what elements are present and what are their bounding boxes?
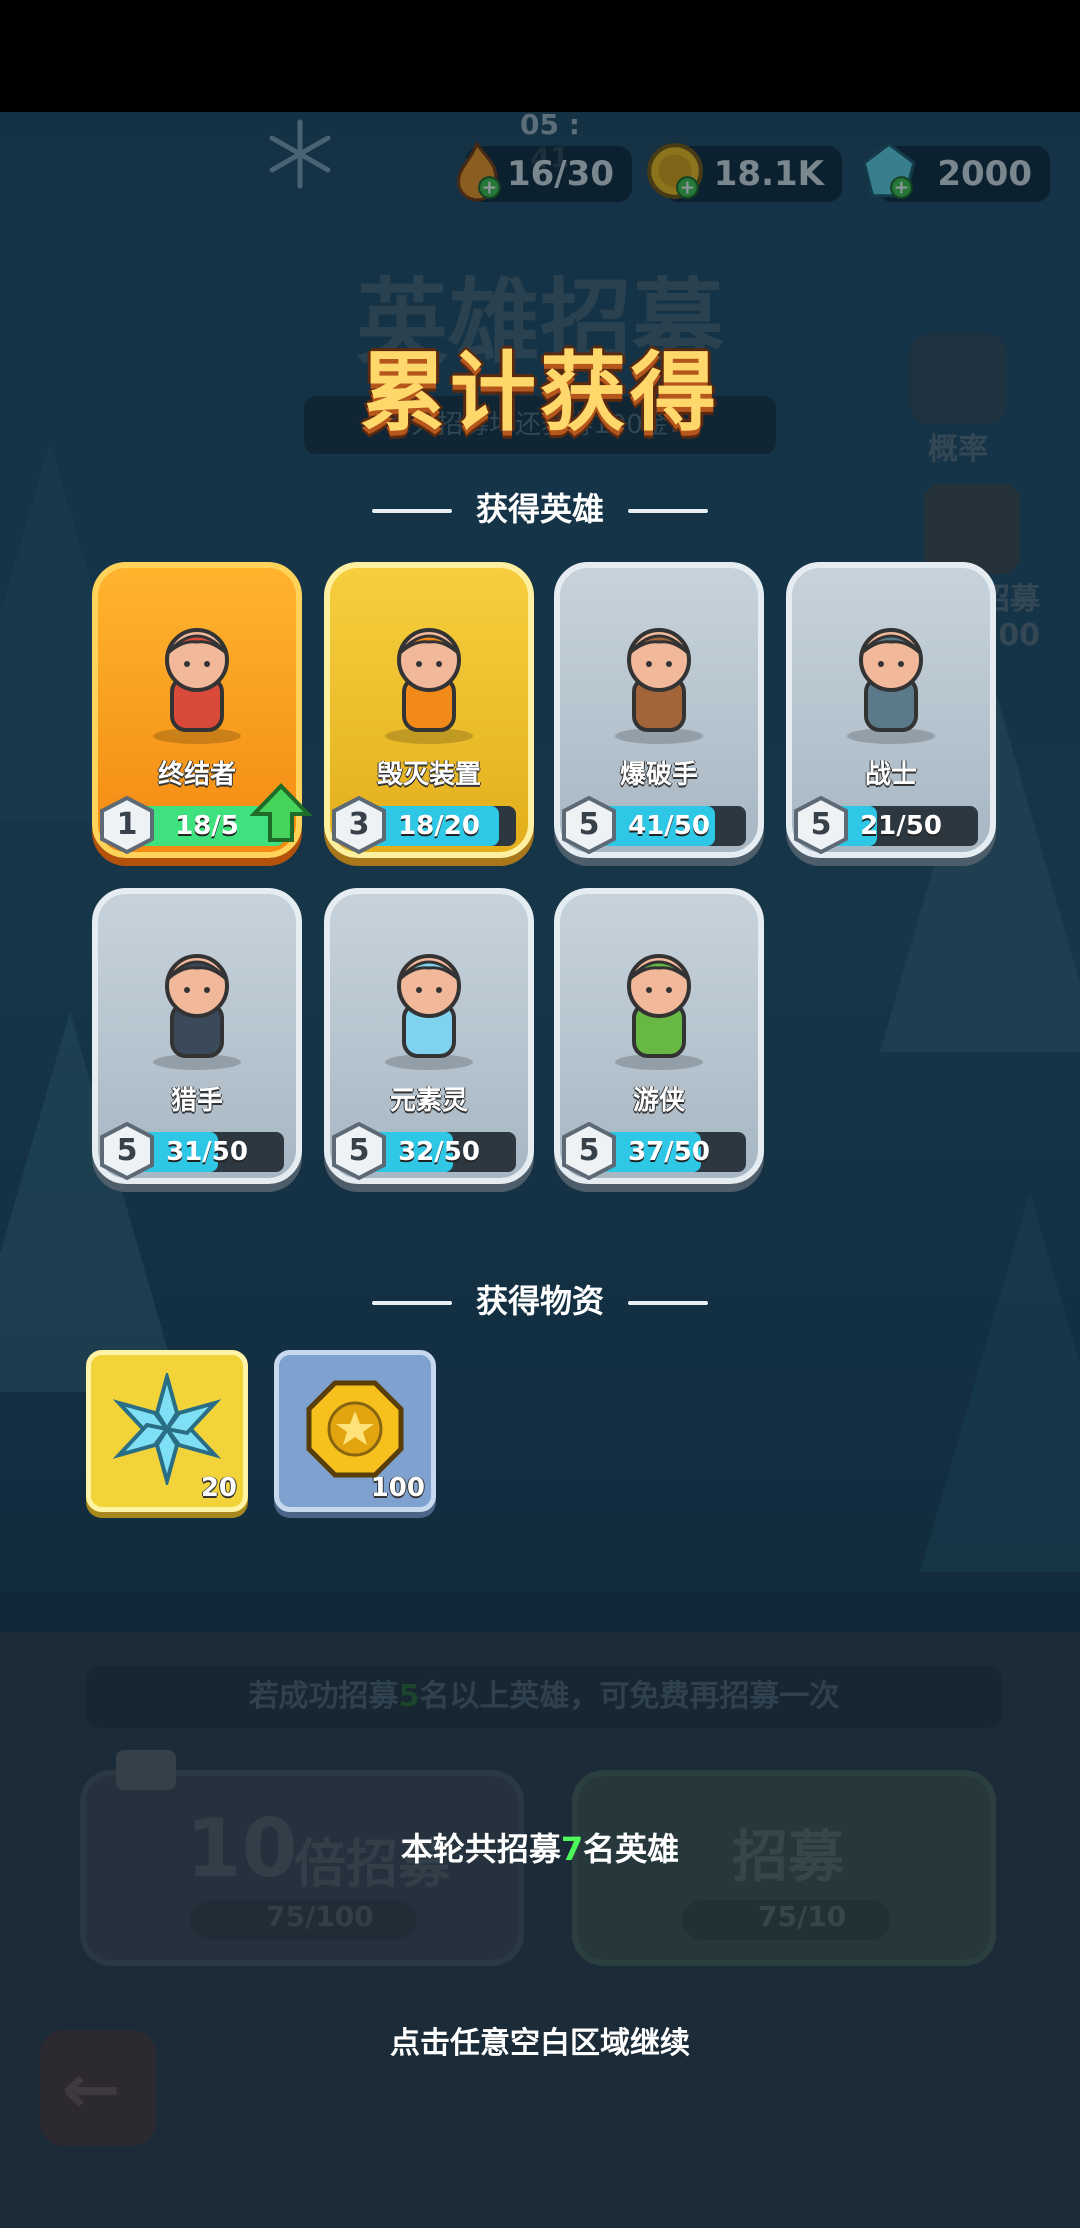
hero-level-badge: 3 <box>332 795 386 855</box>
hero-name: 游侠 <box>632 1086 685 1116</box>
reward-count: 20 <box>200 1473 237 1503</box>
hero-level-badge: 5 <box>562 1121 616 1181</box>
overlay-title: 累计获得 <box>360 343 720 443</box>
hero-level-badge: 5 <box>794 795 848 855</box>
reward-item[interactable]: 20 <box>86 1350 248 1512</box>
hero-name: 元素灵 <box>389 1086 468 1116</box>
hero-level-badge: 5 <box>562 795 616 855</box>
snowflake-crystal-icon <box>112 1373 222 1485</box>
hero-portrait-icon <box>385 628 473 744</box>
status-bar <box>0 0 1080 112</box>
hero-level: 5 <box>348 1133 370 1168</box>
gold-coin-icon <box>306 1380 404 1478</box>
hero-name: 爆破手 <box>619 760 698 790</box>
hero-level-badge: 5 <box>100 1121 154 1181</box>
hero-portrait-icon <box>385 954 473 1070</box>
reward-count: 100 <box>370 1473 425 1503</box>
recruit-summary: 本轮共招募7名英雄 <box>400 1830 680 1868</box>
hero-level: 1 <box>116 807 138 842</box>
hero-card[interactable]: 终结者 18/5 1 <box>92 562 312 858</box>
hero-card[interactable]: 游侠 37/50 5 <box>554 888 764 1184</box>
hero-level: 5 <box>810 807 832 842</box>
hero-level: 5 <box>116 1133 138 1168</box>
heroes-section-header: 获得英雄 <box>0 484 1080 530</box>
hero-level: 5 <box>578 1133 600 1168</box>
reward-item[interactable]: 100 <box>274 1350 436 1512</box>
hero-card[interactable]: 猎手 31/50 5 <box>92 888 302 1184</box>
hero-card[interactable]: 毁灭装置 18/20 3 <box>324 562 534 858</box>
hero-portrait-icon <box>153 628 241 744</box>
hero-name: 毁灭装置 <box>376 760 481 790</box>
hero-level: 5 <box>578 807 600 842</box>
hero-portrait-icon <box>615 954 703 1070</box>
items-section-header: 获得物资 <box>0 1276 1080 1322</box>
hero-level-badge: 1 <box>100 795 154 855</box>
hero-name: 猎手 <box>170 1086 223 1116</box>
upgrade-arrow-icon[interactable] <box>250 782 312 844</box>
recruit-summary-count: 7 <box>560 1830 584 1868</box>
hero-card[interactable]: 战士 21/50 5 <box>786 562 996 858</box>
hero-level: 3 <box>348 807 370 842</box>
continue-hint[interactable]: 点击任意空白区域继续 <box>0 2018 1080 2062</box>
hero-name: 战士 <box>864 760 917 790</box>
hero-card[interactable]: 爆破手 41/50 5 <box>554 562 764 858</box>
hero-portrait-icon <box>615 628 703 744</box>
hero-portrait-icon <box>153 954 241 1070</box>
hero-level-badge: 5 <box>332 1121 386 1181</box>
hero-portrait-icon <box>847 628 935 744</box>
hero-card[interactable]: 元素灵 32/50 5 <box>324 888 534 1184</box>
